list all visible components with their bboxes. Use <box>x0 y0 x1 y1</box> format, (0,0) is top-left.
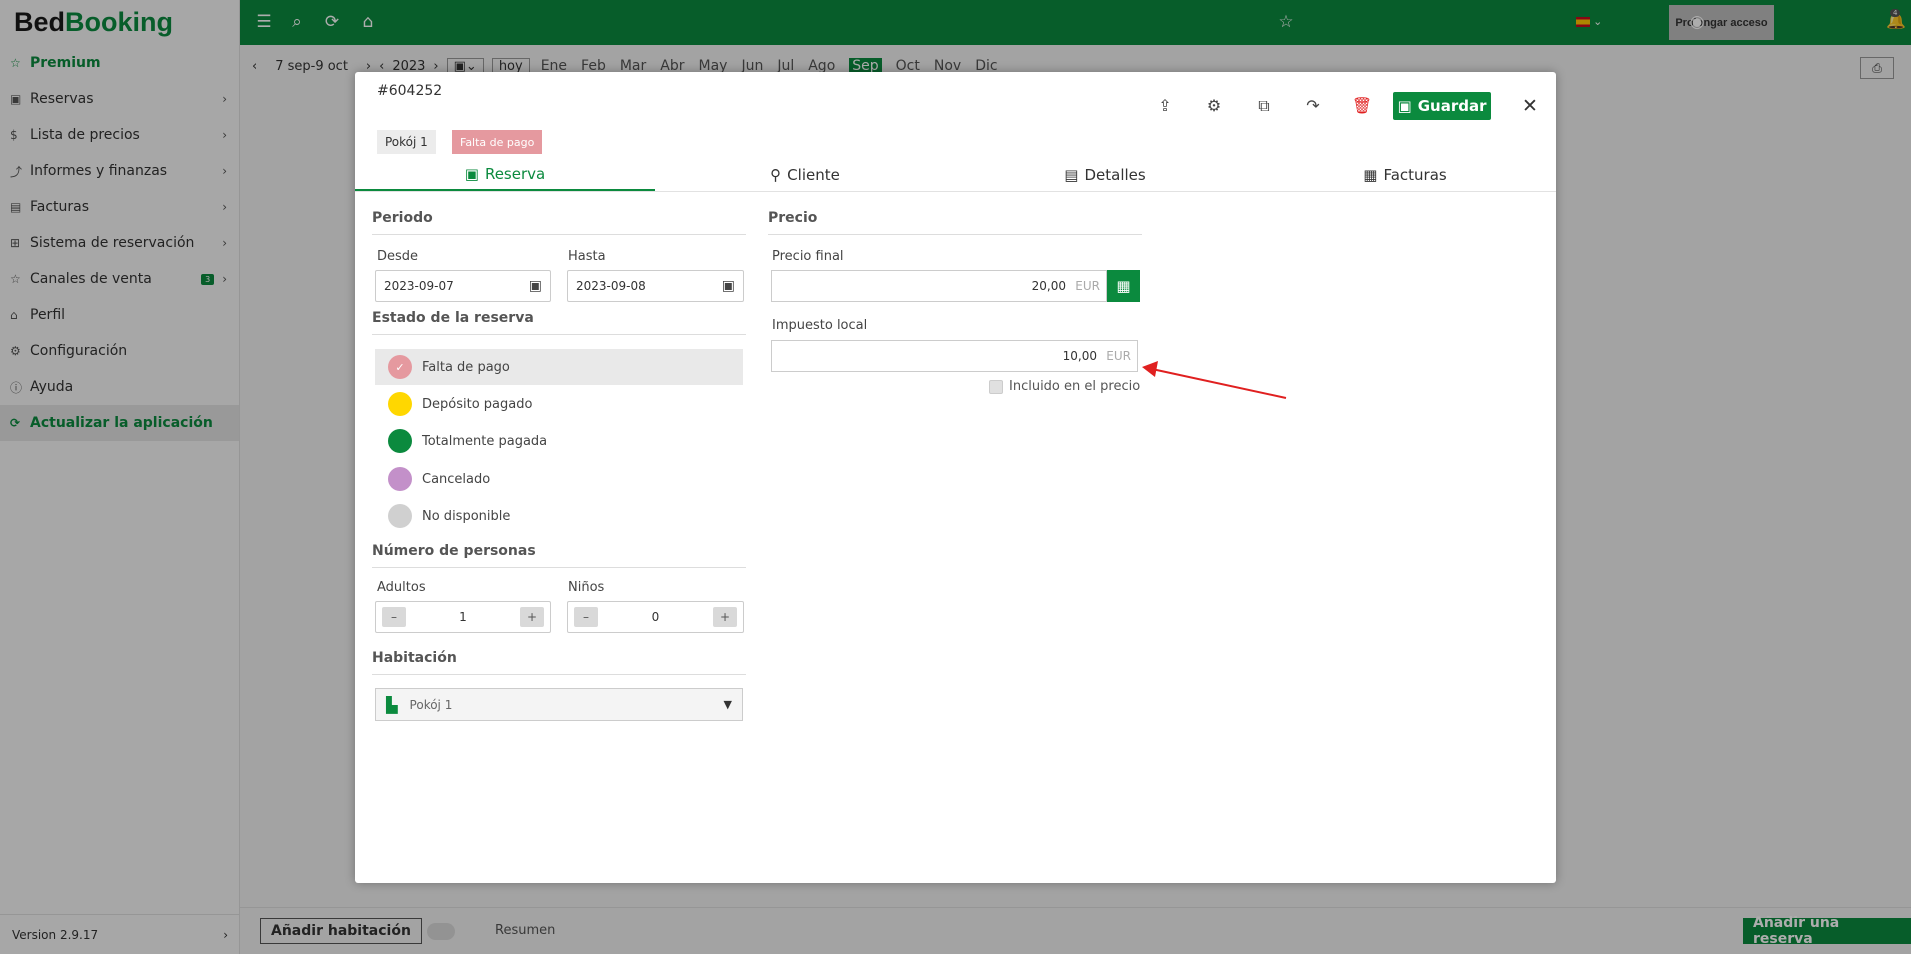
section-period: Periodo <box>372 210 746 235</box>
reservation-id: #604252 <box>377 83 443 99</box>
tab-cliente[interactable]: ⚲ Cliente <box>655 158 955 191</box>
invoice-icon: ▦ <box>1363 165 1378 184</box>
share-icon[interactable]: ↷ <box>1301 94 1325 118</box>
included-in-price[interactable]: Incluido en el precio <box>989 379 1140 394</box>
local-tax-field[interactable]: 10,00 EUR <box>771 340 1138 372</box>
status-dot <box>388 392 412 416</box>
save-icon: ▣ <box>1397 97 1412 115</box>
children-label: Niños <box>568 580 605 595</box>
status-tag: Falta de pago <box>452 130 543 154</box>
gear-icon[interactable]: ⚙ <box>1202 94 1226 118</box>
calendar-icon[interactable]: ▣ <box>722 278 735 294</box>
status-dot <box>388 504 412 528</box>
minus-button[interactable]: – <box>574 607 598 627</box>
plus-button[interactable]: + <box>712 607 737 627</box>
calculator-icon[interactable]: ▦ <box>1107 270 1140 302</box>
room-select[interactable]: ▙ Pokój 1 ▼ <box>375 688 743 721</box>
plus-button[interactable]: + <box>519 607 544 627</box>
modal-tabs: ▣ Reserva ⚲ Cliente ▤ Detalles ▦ Facturas <box>355 158 1556 192</box>
document-icon: ▤ <box>1064 165 1079 184</box>
bed-icon: ▙ <box>386 695 398 714</box>
to-date-field[interactable]: 2023-09-08 ▣ <box>567 270 744 302</box>
final-price-label: Precio final <box>772 249 844 264</box>
status-option-cancelado[interactable]: Cancelado <box>375 461 743 497</box>
save-button[interactable]: ▣ Guardar <box>1393 92 1491 120</box>
reservation-modal: #604252 Pokój 1 Falta de pago ⇪ ⚙ ⧉ ↷ 🗑 … <box>355 72 1556 883</box>
minus-button[interactable]: – <box>382 607 406 627</box>
adults-label: Adultos <box>377 580 426 595</box>
from-date-field[interactable]: 2023-09-07 ▣ <box>375 270 551 302</box>
currency-label: EUR <box>1075 279 1100 293</box>
status-option-no-disponible[interactable]: No disponible <box>375 498 743 534</box>
upload-icon[interactable]: ⇪ <box>1153 94 1177 118</box>
section-status: Estado de la reserva <box>372 310 746 335</box>
adults-stepper: –1 + <box>375 601 551 633</box>
status-option-falta-de-pago[interactable]: ✓ Falta de pago <box>375 349 743 385</box>
annotation-arrow-icon <box>1142 361 1287 399</box>
to-label: Hasta <box>568 249 606 264</box>
included-checkbox[interactable] <box>989 379 1003 394</box>
children-stepper: –0 + <box>567 601 744 633</box>
status-option-pagada[interactable]: Totalmente pagada <box>375 423 743 459</box>
currency-label: EUR <box>1106 349 1131 363</box>
tab-reserva[interactable]: ▣ Reserva <box>355 158 655 191</box>
from-label: Desde <box>377 249 419 264</box>
check-icon: ✓ <box>388 355 412 379</box>
caret-down-icon: ▼ <box>723 698 732 711</box>
room-tag: Pokój 1 <box>377 130 436 154</box>
section-price: Precio <box>768 210 1142 235</box>
status-dot <box>388 429 412 453</box>
close-icon[interactable]: ✕ <box>1517 92 1543 120</box>
final-price-field[interactable]: 20,00 EUR <box>771 270 1107 302</box>
save-label: Guardar <box>1417 97 1487 115</box>
status-dot <box>388 467 412 491</box>
status-option-deposito[interactable]: Depósito pagado <box>375 386 743 422</box>
tab-detalles[interactable]: ▤ Detalles <box>955 158 1255 191</box>
copy-icon[interactable]: ⧉ <box>1252 94 1276 118</box>
calendar-icon: ▣ <box>464 164 479 183</box>
user-icon: ⚲ <box>770 165 782 184</box>
section-persons: Número de personas <box>372 543 746 568</box>
tab-facturas[interactable]: ▦ Facturas <box>1255 158 1555 191</box>
section-room: Habitación <box>372 650 746 675</box>
calendar-icon[interactable]: ▣ <box>529 278 542 294</box>
trash-icon[interactable]: 🗑 <box>1350 94 1374 118</box>
local-tax-label: Impuesto local <box>772 318 868 333</box>
